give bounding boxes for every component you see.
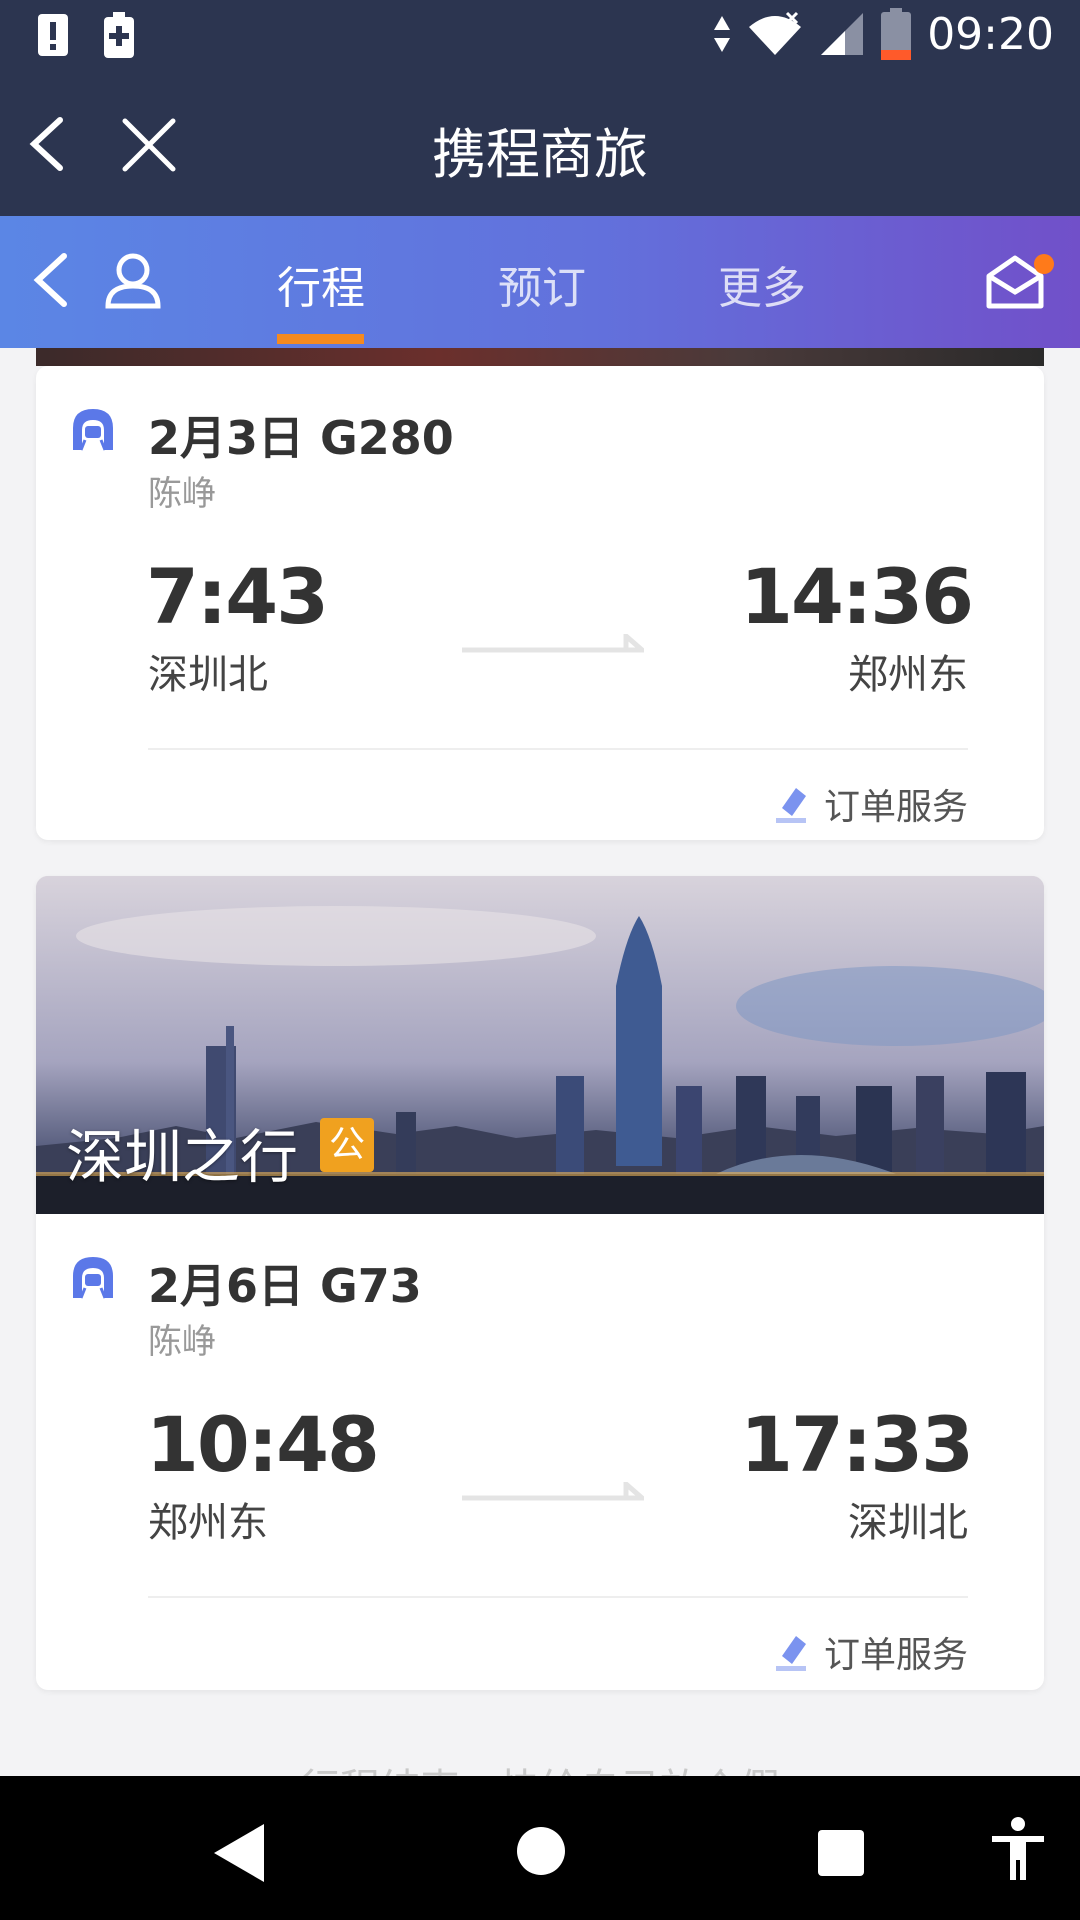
page-title: 携程商旅 [432,123,648,186]
trip-title: 2月3日 G280 [148,411,454,465]
passenger-name: 陈峥 [148,1322,216,1362]
battery-icon [881,8,912,60]
trip-banner-image: 深圳之行 公 [36,876,1044,1214]
system-home-icon[interactable] [516,1826,566,1876]
depart-station: 郑州东 [148,1500,268,1546]
order-service-link[interactable]: 订单服务 [824,1626,968,1678]
arrive-time: 17:33 [740,1400,974,1489]
alert-notification-icon [38,14,68,56]
train-icon [73,1257,113,1299]
direction-arrow-icon [462,1482,644,1501]
trip-title: 2月6日 G73 [148,1259,422,1313]
edit-order-icon [776,788,806,823]
active-tab-indicator [277,334,364,344]
depart-station: 深圳北 [148,652,268,698]
clock: 09:20 [927,8,1054,60]
top-nav: 行程 预订 更多 [0,216,1080,348]
unread-dot [1034,254,1054,274]
business-badge: 公 [320,1118,374,1172]
accessibility-icon[interactable] [990,1816,1046,1882]
divider [148,748,968,750]
wifi-icon [749,11,802,55]
arrive-time: 14:36 [740,552,974,641]
arrive-station: 深圳北 [848,1500,968,1546]
depart-time: 10:48 [146,1400,380,1489]
trip-group-title: 深圳之行 [66,1123,299,1191]
tab-more[interactable]: 更多 [718,252,806,316]
trip-card[interactable]: 2月3日 G280 陈峥 7:43 深圳北 14:36 郑州东 订单服务 [36,366,1044,840]
direction-arrow-icon [462,634,644,653]
user-profile-icon[interactable] [104,250,162,310]
divider [148,1596,968,1598]
system-navigation-bar [0,1776,1080,1920]
battery-saver-notification-icon [104,12,134,58]
data-transfer-icon [714,16,731,52]
previous-banner-edge [36,348,1044,366]
depart-time: 7:43 [146,552,329,641]
train-icon [73,409,113,451]
cell-signal-icon [821,13,864,55]
tab-booking[interactable]: 预订 [498,252,586,316]
arrive-station: 郑州东 [848,652,968,698]
tab-itinerary[interactable]: 行程 [277,252,365,316]
trip-list[interactable]: 2月3日 G280 陈峥 7:43 深圳北 14:36 郑州东 订单服务 深圳之… [0,348,1080,1776]
trip-card[interactable]: 深圳之行 公 2月6日 G73 陈峥 10:48 郑州东 17:33 深圳北 订… [36,876,1044,1690]
system-back-icon[interactable] [212,1822,266,1884]
system-recents-icon[interactable] [818,1830,864,1876]
app-title-bar: 携程商旅 [0,72,1080,216]
status-bar: 09:20 [0,0,1080,72]
nav-back-icon[interactable] [32,252,68,308]
edit-order-icon [776,1636,806,1671]
end-of-list-hint: 行程结束，快给自己放个假 [0,1756,1080,1776]
order-service-link[interactable]: 订单服务 [824,778,968,830]
passenger-name: 陈峥 [148,474,216,514]
